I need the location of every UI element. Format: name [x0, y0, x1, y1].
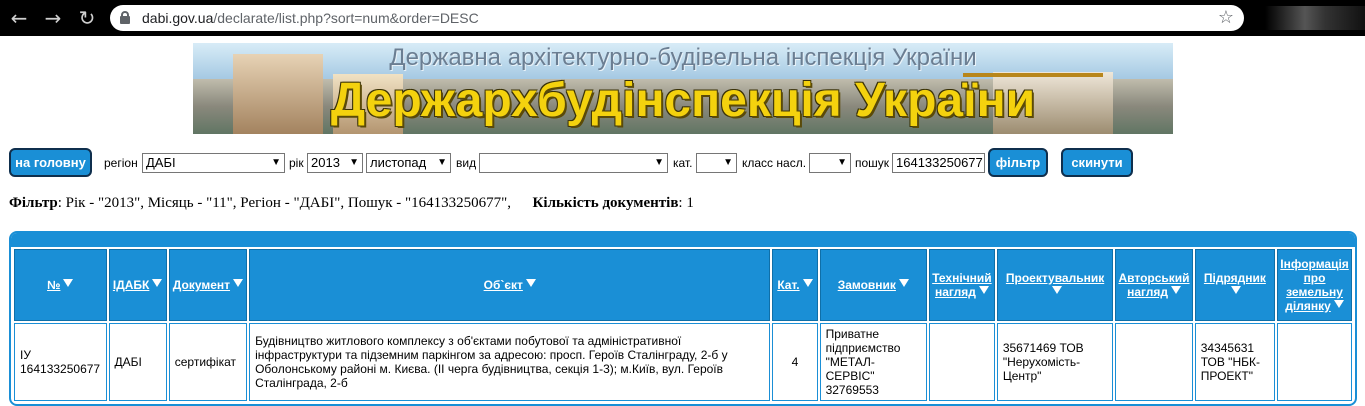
profile-area [1265, 6, 1365, 30]
cell-customer: Приватне підприємство "МЕТАЛ-СЕРВІС" 32769… [819, 323, 928, 401]
region-label: регіон [104, 156, 138, 170]
column-header-object[interactable]: Об`єкт [249, 249, 771, 321]
sort-arrow-icon [898, 279, 909, 287]
banner-title: Держархбудінспекція України [330, 74, 1036, 127]
table-top-bar [11, 233, 1355, 247]
search-label: пошук [855, 156, 890, 170]
class-label: класс насл. [742, 156, 807, 170]
results-table-panel: № ІДАБК Документ Об`єкт Кат. Замовник Те… [9, 231, 1357, 406]
class-select[interactable]: ▼ [809, 153, 851, 173]
chevron-down-icon: ▼ [837, 157, 847, 168]
type-label: вид [456, 156, 477, 170]
sort-arrow-icon [152, 279, 163, 287]
chevron-down-icon: ▼ [723, 157, 733, 168]
forward-icon[interactable]: → [42, 7, 64, 29]
column-header-designer[interactable]: Проектувальник [996, 249, 1114, 321]
filter-button[interactable]: фільтр [988, 148, 1048, 177]
region-select[interactable]: ДАБІ ▼ [142, 153, 285, 173]
column-header-num[interactable]: № [14, 249, 107, 321]
month-select[interactable]: листопад ▼ [366, 153, 451, 173]
sort-arrow-icon [63, 279, 74, 287]
browser-toolbar: ← → ↻ dabi.gov.ua/declarate/list.php?sor… [0, 0, 1365, 36]
cell-idabk: ДАБІ [108, 323, 167, 401]
reload-icon[interactable]: ↻ [76, 7, 98, 29]
url-text: dabi.gov.ua/declarate/list.php?sort=num&… [142, 10, 479, 26]
home-button[interactable]: на головну [9, 148, 92, 177]
chevron-down-icon: ▼ [349, 157, 359, 168]
column-header-category[interactable]: Кат. [772, 249, 818, 321]
category-select[interactable]: ▼ [696, 153, 737, 173]
column-header-land-info[interactable]: Інформація про земельну ділянку [1277, 249, 1352, 321]
cell-object: Будівництво житлового комплексу з об'єкт… [249, 323, 771, 401]
sort-arrow-icon [1170, 286, 1181, 294]
year-select[interactable]: 2013 ▼ [307, 153, 363, 173]
address-bar[interactable]: dabi.gov.ua/declarate/list.php?sort=num&… [110, 5, 1244, 31]
cell-contractor: 34345631 ТОВ "НБК- ПРОЕКТ" [1194, 323, 1276, 401]
document-count-value: : 1 [678, 195, 694, 211]
column-header-author-supervision[interactable]: Авторський нагляд [1115, 249, 1193, 321]
chevron-down-icon: ▼ [654, 157, 664, 168]
filter-summary-text: : Рік - "2013", Місяць - "11", Регіон - … [57, 195, 512, 211]
sort-arrow-icon [1333, 300, 1344, 308]
document-count-label: Кількість документів [532, 195, 679, 211]
category-label: кат. [673, 156, 693, 170]
results-table: № ІДАБК Документ Об`єкт Кат. Замовник Те… [12, 247, 1354, 403]
sort-arrow-icon [1051, 286, 1062, 294]
cell-document: сертифікат [168, 323, 248, 401]
filter-summary-label: Фільтр [9, 195, 58, 211]
table-row: ІУ 164133250677 ДАБІ сертифікат Будівницт… [14, 323, 1352, 401]
cell-num: ІУ 164133250677 [14, 323, 107, 401]
type-select[interactable]: ▼ [479, 153, 668, 173]
cell-category: 4 [772, 323, 818, 401]
year-label: рік [289, 156, 304, 170]
column-header-technical-supervision[interactable]: Технічний нагляд [929, 249, 995, 321]
bookmark-star-icon[interactable]: ☆ [1218, 7, 1234, 28]
column-header-contractor[interactable]: Підрядник [1194, 249, 1276, 321]
sort-arrow-icon [978, 286, 989, 294]
filter-summary: Фільтр: Рік - "2013", Місяць - "11", Рег… [9, 195, 694, 212]
cell-author-supervision [1115, 323, 1193, 401]
column-header-idabk[interactable]: ІДАБК [108, 249, 167, 321]
sort-arrow-icon [802, 279, 813, 287]
cell-land-info [1277, 323, 1352, 401]
sort-arrow-icon [1231, 286, 1242, 294]
back-icon[interactable]: ← [8, 7, 30, 29]
search-input[interactable]: 164133250677 [892, 153, 985, 173]
chevron-down-icon: ▼ [271, 157, 281, 168]
chevron-down-icon: ▼ [437, 157, 447, 168]
banner-subtitle: Державна архітектурно-будівельна інспекц… [389, 44, 977, 71]
sort-arrow-icon [525, 279, 536, 287]
cell-technical-supervision [929, 323, 995, 401]
sort-arrow-icon [233, 279, 244, 287]
column-header-customer[interactable]: Замовник [819, 249, 928, 321]
column-header-document[interactable]: Документ [168, 249, 248, 321]
lock-icon [120, 11, 130, 24]
site-banner: Державна архітектурно-будівельна інспекц… [193, 43, 1173, 134]
cell-designer: 35671469 ТОВ "Нерухомість- Центр" [996, 323, 1114, 401]
reset-button[interactable]: скинути [1061, 148, 1133, 177]
table-header-row: № ІДАБК Документ Об`єкт Кат. Замовник Те… [14, 249, 1352, 321]
